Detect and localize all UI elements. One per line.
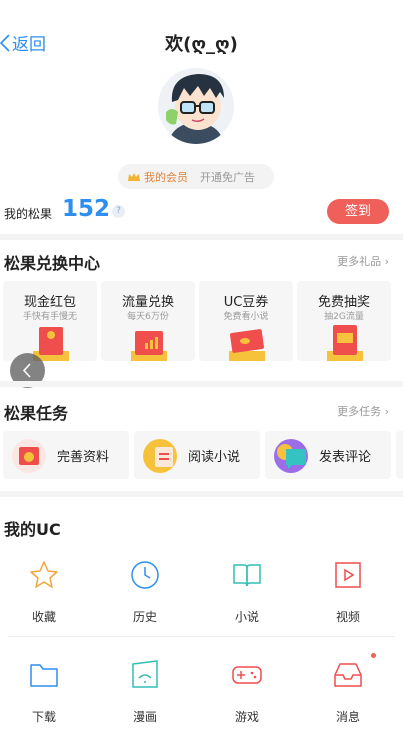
- more-tasks-label: 更多任务: [337, 405, 382, 418]
- coupon-icon: [229, 329, 265, 361]
- exchange-center-title: 松果兑换中心: [4, 254, 101, 273]
- videos-label: 视频: [335, 610, 360, 624]
- more-tasks-link[interactable]: 更多任务 ›: [337, 403, 389, 419]
- my-membership-link[interactable]: 我的会员: [144, 169, 188, 185]
- exchange-card-coupon[interactable]: UC豆券 免费看小说: [199, 281, 293, 361]
- downloads-label: 下载: [31, 710, 56, 724]
- lottery-icon: [327, 325, 363, 361]
- exchange-card-lottery[interactable]: 免费抽奖 抽2G流量: [297, 281, 391, 361]
- section-divider: [0, 234, 403, 240]
- more-gifts-link[interactable]: 更多礼品 ›: [337, 253, 389, 269]
- book-icon: [233, 564, 261, 587]
- pinecone-label: 我的松果: [4, 207, 53, 221]
- comic-icon: [132, 660, 158, 688]
- novels-item[interactable]: 小说: [217, 560, 277, 625]
- messages-label: 消息: [335, 710, 360, 724]
- folder-icon: [30, 664, 58, 687]
- exchange-cards: 现金红包 手快有手慢无 流量兑换 每天6万份 UC豆券 免费看小说 免费抽奖 抽…: [3, 281, 395, 361]
- exchange-card-data[interactable]: 流量兑换 每天6万份: [101, 281, 195, 361]
- help-icon[interactable]: ?: [112, 205, 125, 218]
- chevron-right-icon: ›: [384, 405, 389, 418]
- avatar[interactable]: [158, 68, 234, 144]
- games-item[interactable]: 游戏: [217, 660, 277, 725]
- profile-card-icon: [12, 439, 46, 473]
- task-label: 发表评论: [319, 450, 372, 465]
- task-label: 完善资料: [57, 450, 110, 465]
- card-subtitle: 免费看小说: [223, 312, 269, 322]
- history-label: 历史: [132, 610, 157, 624]
- card-subtitle: 每天6万份: [127, 312, 169, 322]
- star-icon: [30, 561, 58, 588]
- my-uc-title: 我的UC: [4, 520, 61, 539]
- novels-label: 小说: [234, 610, 259, 624]
- task-post-comment[interactable]: 发表评论: [265, 431, 391, 479]
- pinecone-balance-row: 我的松果 152 ? 签到: [0, 196, 403, 232]
- downloads-item[interactable]: 下载: [14, 660, 74, 725]
- exchange-card-cash[interactable]: 现金红包 手快有手慢无: [3, 281, 97, 361]
- comics-label: 漫画: [132, 710, 157, 724]
- clock-icon: [131, 561, 159, 589]
- data-traffic-icon: [131, 331, 167, 361]
- remove-ads-link[interactable]: 开通免广告: [200, 169, 255, 185]
- section-divider: [0, 491, 403, 497]
- read-novel-icon: [143, 439, 177, 473]
- card-title: UC豆券: [223, 295, 269, 310]
- inbox-icon: [334, 663, 362, 687]
- more-gifts-label: 更多礼品: [337, 255, 382, 268]
- favorites-item[interactable]: 收藏: [14, 560, 74, 625]
- section-divider: [0, 381, 403, 387]
- task-label: 阅读小说: [188, 450, 241, 465]
- task-complete-profile[interactable]: 完善资料: [3, 431, 129, 479]
- membership-pill[interactable]: 我的会员 开通免广告: [118, 164, 274, 189]
- messages-item[interactable]: 消息: [318, 660, 378, 725]
- task-next-partial[interactable]: [396, 431, 403, 479]
- card-subtitle: 手快有手慢无: [22, 312, 77, 322]
- favorites-label: 收藏: [31, 610, 56, 624]
- tasks-title: 松果任务: [4, 404, 69, 423]
- games-label: 游戏: [234, 710, 259, 724]
- gamepad-icon: [232, 666, 262, 684]
- row-separator: [8, 636, 395, 637]
- card-subtitle: 抽2G流量: [324, 312, 364, 322]
- card-title: 现金红包: [23, 295, 76, 310]
- avatar-image: [158, 68, 234, 144]
- comment-icon: [274, 439, 308, 473]
- notification-dot: [371, 653, 376, 658]
- task-list: 完善资料 阅读小说 发表评论: [3, 431, 403, 479]
- comics-item[interactable]: 漫画: [115, 660, 175, 725]
- video-icon: [335, 562, 361, 588]
- card-title: 免费抽奖: [317, 295, 370, 310]
- signin-button[interactable]: 签到: [327, 199, 389, 224]
- card-title: 流量兑换: [121, 295, 174, 310]
- videos-item[interactable]: 视频: [318, 560, 378, 625]
- task-read-novel[interactable]: 阅读小说: [134, 431, 260, 479]
- crown-icon: [128, 172, 140, 181]
- pinecone-count: 152: [62, 196, 111, 222]
- page-title: 欢(ღ_ღ): [165, 34, 238, 55]
- history-item[interactable]: 历史: [115, 560, 175, 625]
- chevron-right-icon: ›: [384, 255, 389, 268]
